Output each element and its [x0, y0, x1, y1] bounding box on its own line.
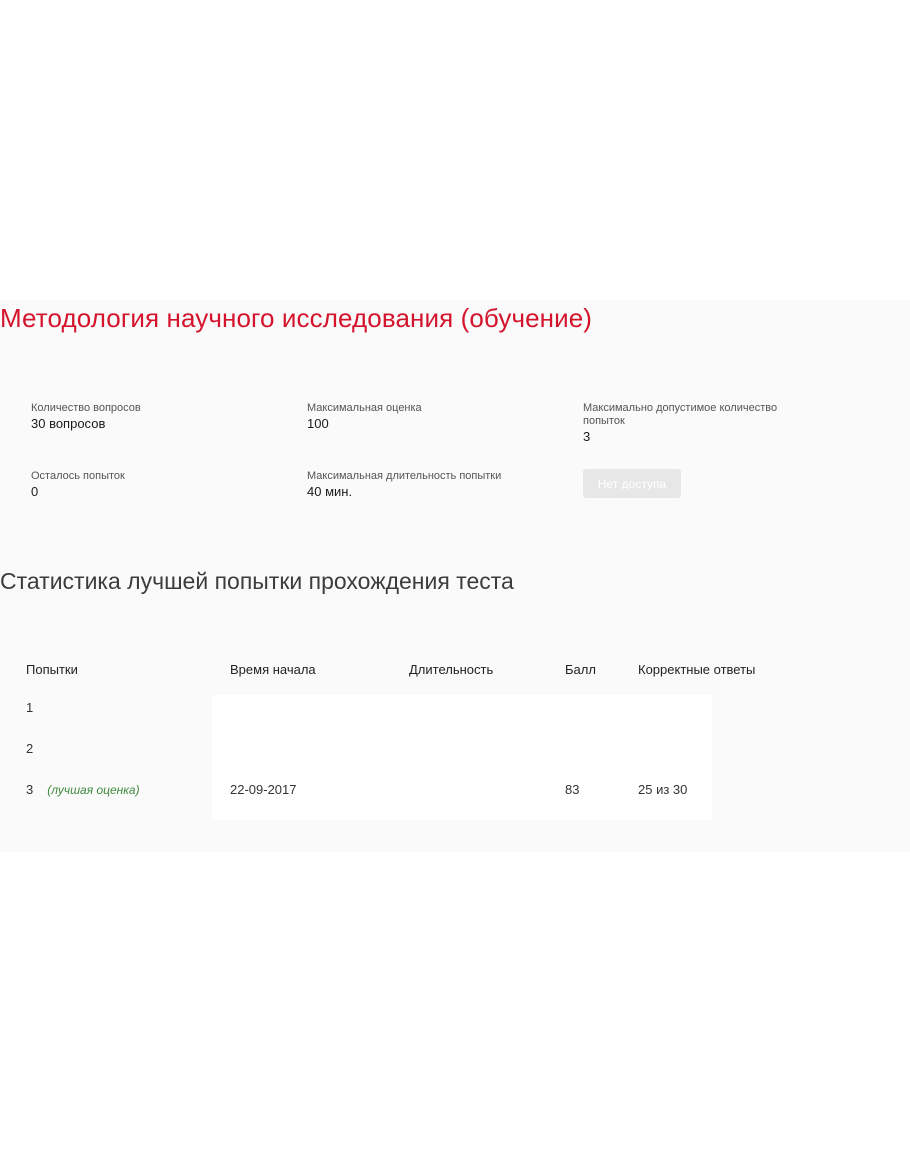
attempt-cell: 3 (лучшая оценка): [26, 782, 140, 797]
column-header-score: Балл: [565, 662, 596, 677]
start-time-value: 22-09-2017: [230, 782, 297, 797]
max-attempts-value: 3: [583, 429, 591, 444]
max-duration-value: 40 мин.: [307, 484, 353, 499]
max-attempts-label: Максимально допустимое количество попыто…: [583, 402, 778, 427]
questions-count-label: Количество вопросов: [31, 402, 141, 414]
attempts-left-value: 0: [31, 484, 39, 499]
max-score-label: Максимальная оценка: [307, 402, 422, 414]
score-value: 83: [565, 782, 580, 797]
stats-section-title: Статистика лучшей попытки прохождения те…: [0, 568, 514, 594]
attempt-number: 2: [26, 741, 34, 756]
max-score-value: 100: [307, 416, 329, 431]
best-score-note: (лучшая оценка): [47, 783, 140, 797]
column-header-duration: Длительность: [409, 662, 494, 677]
no-access-button[interactable]: Нет доступа: [583, 469, 681, 498]
attempts-left-block: Осталось попыток 0: [31, 470, 261, 500]
questions-count-block: Количество вопросов 30 вопросов: [31, 402, 261, 432]
max-duration-label: Максимальная длительность попытки: [307, 470, 502, 482]
column-header-start-time: Время начала: [230, 662, 316, 677]
attempt-number: 3: [26, 782, 34, 797]
attempt-number: 1: [26, 700, 34, 715]
page-title: Методология научного исследования (обуче…: [0, 303, 593, 333]
column-header-correct-answers: Корректные ответы: [638, 662, 756, 677]
attempts-left-label: Осталось попыток: [31, 470, 125, 482]
max-score-block: Максимальная оценка 100: [307, 402, 537, 432]
questions-count-value: 30 вопросов: [31, 416, 106, 431]
correct-answers-value: 25 из 30: [638, 782, 688, 797]
max-attempts-block: Максимально допустимое количество попыто…: [583, 402, 783, 445]
column-header-attempts: Попытки: [26, 662, 78, 677]
max-duration-block: Максимальная длительность попытки 40 мин…: [307, 470, 537, 500]
table-rows-background: [212, 695, 712, 820]
